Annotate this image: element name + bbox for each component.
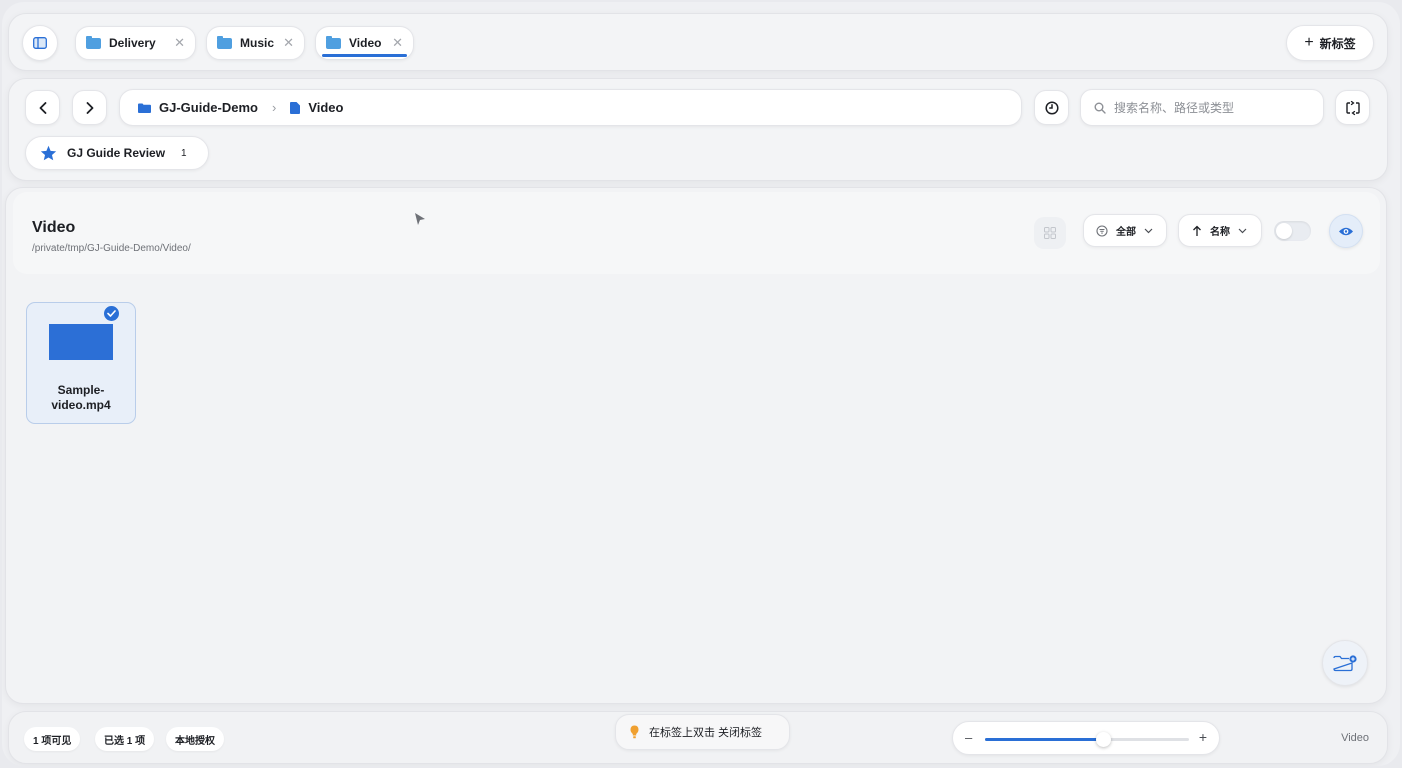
navigation-bar: GJ-Guide-Demo › Video 搜索名称、路径或类型 GJ Guid… bbox=[8, 78, 1388, 181]
sidebar-toggle-button[interactable] bbox=[22, 25, 58, 61]
chevron-right-icon: › bbox=[271, 100, 277, 115]
app-window: Delivery ✕ Music ✕ Video ✕ + 新标签 GJ-Guid… bbox=[2, 2, 1400, 766]
refresh-icon bbox=[1345, 100, 1360, 115]
zoom-slider[interactable] bbox=[985, 732, 1189, 747]
zoom-out-button[interactable]: – bbox=[965, 730, 972, 745]
sidebar-icon bbox=[33, 37, 47, 49]
folder-icon bbox=[326, 35, 341, 49]
folder-plus-icon bbox=[1333, 655, 1357, 672]
folder-icon bbox=[86, 35, 101, 49]
file-name: Sample- video.mp4 bbox=[51, 383, 111, 412]
search-input[interactable]: 搜索名称、路径或类型 bbox=[1114, 99, 1234, 116]
selected-count: 已选 1 项 bbox=[95, 727, 155, 751]
star-icon bbox=[40, 145, 57, 161]
favorite-chip[interactable]: GJ Guide Review 1 bbox=[25, 136, 209, 170]
history-button[interactable] bbox=[1034, 90, 1069, 125]
zoom-control: – + bbox=[952, 721, 1220, 755]
sort-dropdown[interactable]: 名称 bbox=[1178, 214, 1262, 247]
clock-icon bbox=[1044, 100, 1059, 115]
video-thumbnail bbox=[49, 324, 113, 360]
status-bar: 1 项可见 已选 1 项 本地授权 在标签上双击 关闭标签 – + Video bbox=[8, 711, 1388, 764]
chevron-left-icon bbox=[39, 101, 46, 114]
sort-label: 名称 bbox=[1210, 227, 1230, 238]
eye-icon bbox=[1339, 227, 1353, 235]
plus-icon: + bbox=[1304, 34, 1314, 51]
sync-button[interactable] bbox=[1335, 90, 1370, 125]
preview-toggle[interactable] bbox=[1274, 221, 1311, 241]
search-field[interactable]: 搜索名称、路径或类型 bbox=[1080, 89, 1324, 126]
arrow-up-icon bbox=[1193, 225, 1201, 236]
close-icon[interactable]: ✕ bbox=[392, 35, 403, 51]
breadcrumb-root[interactable]: GJ-Guide-Demo bbox=[159, 100, 258, 115]
breadcrumb-current[interactable]: Video bbox=[308, 100, 343, 115]
tab-label: Music bbox=[240, 36, 275, 50]
favorite-label: GJ Guide Review bbox=[67, 146, 166, 160]
toggle-knob bbox=[1276, 223, 1292, 239]
breadcrumb: GJ-Guide-Demo › Video bbox=[119, 89, 1022, 126]
filter-label: 全部 bbox=[1116, 227, 1136, 238]
tab-video[interactable]: Video ✕ bbox=[315, 26, 414, 60]
folder-path: /private/tmp/GJ-Guide-Demo/Video/ bbox=[32, 243, 191, 254]
license-status: 本地授权 bbox=[166, 727, 224, 751]
close-icon[interactable]: ✕ bbox=[174, 35, 185, 51]
file-item[interactable]: Sample- video.mp4 bbox=[26, 302, 136, 424]
chevron-down-icon bbox=[1238, 228, 1247, 233]
filter-icon bbox=[1096, 224, 1108, 237]
tab-label: Video bbox=[349, 36, 382, 50]
selected-check-icon bbox=[104, 306, 119, 321]
file-icon bbox=[290, 101, 301, 114]
tab-bar: Delivery ✕ Music ✕ Video ✕ + 新标签 bbox=[8, 13, 1388, 71]
zoom-slider-fill bbox=[985, 738, 1104, 741]
zoom-slider-knob[interactable] bbox=[1096, 732, 1112, 747]
current-location: Video bbox=[1341, 732, 1369, 744]
cursor-icon bbox=[415, 213, 425, 225]
forward-button[interactable] bbox=[72, 90, 107, 125]
grid-icon bbox=[1044, 227, 1056, 239]
tab-delivery[interactable]: Delivery ✕ bbox=[75, 26, 196, 60]
back-button[interactable] bbox=[25, 90, 60, 125]
chevron-down-icon bbox=[1144, 228, 1153, 233]
tip-text: 在标签上双击 关闭标签 bbox=[649, 727, 763, 739]
filter-dropdown[interactable]: 全部 bbox=[1083, 214, 1167, 247]
zoom-in-button[interactable]: + bbox=[1199, 729, 1207, 745]
preview-button[interactable] bbox=[1329, 214, 1363, 248]
new-tab-label: 新标签 bbox=[1319, 36, 1356, 51]
search-icon bbox=[1094, 102, 1106, 114]
new-tab-button[interactable]: + 新标签 bbox=[1286, 25, 1374, 61]
tip-banner: 在标签上双击 关闭标签 bbox=[615, 714, 790, 750]
favorite-count: 1 bbox=[181, 147, 187, 159]
tab-music[interactable]: Music ✕ bbox=[206, 26, 305, 60]
visible-count: 1 项可见 bbox=[24, 727, 81, 751]
new-folder-button[interactable] bbox=[1322, 640, 1368, 686]
content-area: Video /private/tmp/GJ-Guide-Demo/Video/ … bbox=[5, 187, 1387, 704]
folder-header: Video /private/tmp/GJ-Guide-Demo/Video/ … bbox=[13, 192, 1380, 274]
tab-label: Delivery bbox=[109, 36, 156, 50]
folder-icon bbox=[138, 103, 151, 113]
close-icon[interactable]: ✕ bbox=[283, 35, 294, 51]
grid-view-button[interactable] bbox=[1034, 217, 1066, 249]
folder-title: Video bbox=[32, 219, 76, 236]
lightbulb-icon bbox=[630, 725, 639, 739]
folder-icon bbox=[217, 35, 232, 49]
chevron-right-icon bbox=[86, 101, 93, 114]
active-tab-indicator bbox=[322, 54, 407, 57]
